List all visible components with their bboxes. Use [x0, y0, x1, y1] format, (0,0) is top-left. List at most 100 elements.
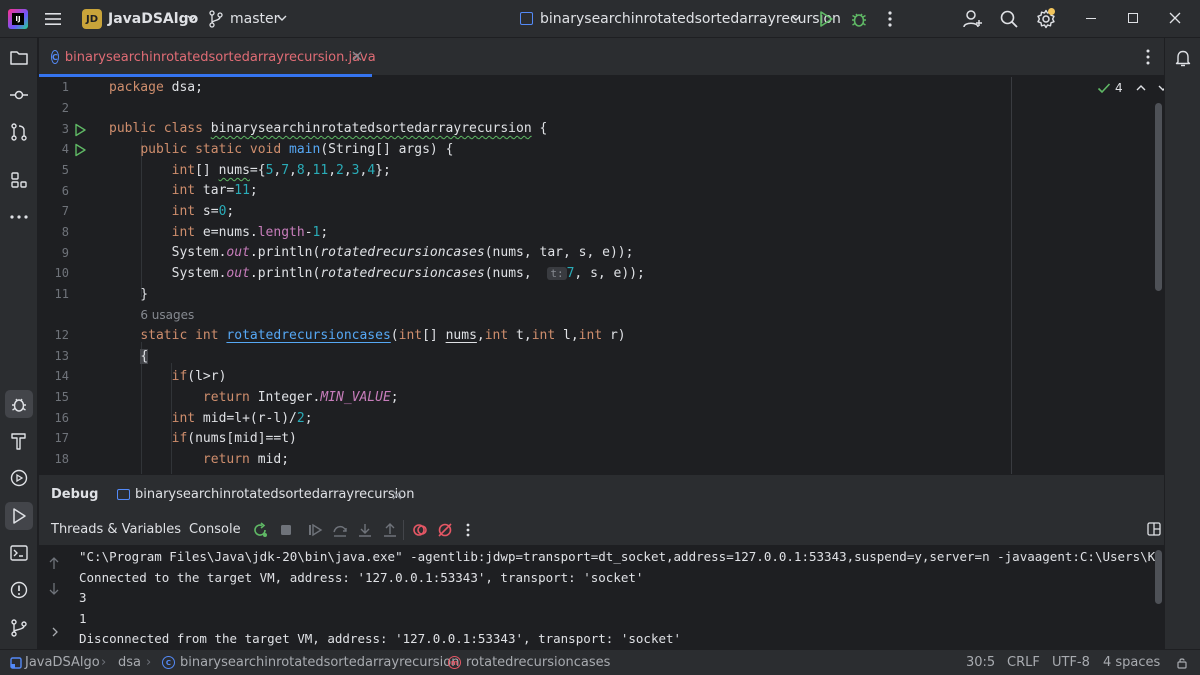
- close-icon[interactable]: [351, 50, 363, 66]
- close-icon[interactable]: [391, 489, 403, 505]
- step-over-icon[interactable]: [332, 522, 348, 542]
- code-text[interactable]: package dsa; public class binarysearchin…: [109, 77, 1079, 474]
- notifications-bell-icon[interactable]: [1169, 44, 1197, 72]
- chevron-down-icon[interactable]: [790, 12, 802, 28]
- problems-icon[interactable]: [5, 576, 33, 604]
- scroll-down-icon[interactable]: [48, 582, 60, 600]
- console-output[interactable]: "C:\Program Files\Java\jdk-20\bin\java.e…: [39, 546, 1164, 649]
- terminal-icon[interactable]: [5, 539, 33, 567]
- breadcrumb-class[interactable]: binarysearchinrotatedsortedarrayrecursio…: [180, 655, 459, 670]
- more-vertical-icon[interactable]: [462, 522, 474, 542]
- pull-requests-icon[interactable]: [5, 118, 33, 146]
- editor-tab-label: binarysearchinrotatedsortedarrayrecursio…: [64, 49, 376, 65]
- project-folder-icon[interactable]: [5, 44, 33, 72]
- services-icon[interactable]: [5, 464, 33, 492]
- lock-icon[interactable]: [1176, 657, 1188, 673]
- code-line: int tar=11;: [171, 183, 258, 198]
- stop-icon[interactable]: [278, 522, 294, 542]
- breadcrumb-package[interactable]: dsa: [118, 655, 141, 670]
- build-hammer-icon[interactable]: [5, 427, 33, 455]
- commit-icon[interactable]: [5, 81, 33, 109]
- class-icon-letter: C: [162, 656, 175, 669]
- line-number: 2: [61, 101, 69, 115]
- line-number: 8: [61, 225, 69, 239]
- method-icon: m: [448, 656, 461, 669]
- code-line: int mid=l+(r-l)/2;: [171, 411, 313, 426]
- editor-tab-active[interactable]: C binarysearchinrotatedsortedarrayrecurs…: [39, 38, 376, 77]
- tab-threads-variables[interactable]: Threads & Variables: [51, 522, 181, 537]
- usages-hint[interactable]: 6 usages: [140, 308, 194, 322]
- main-menu-icon[interactable]: [44, 10, 62, 28]
- console-line: Connected to the target VM, address: '12…: [79, 570, 644, 585]
- breadcrumb-project[interactable]: JavaDSAlgo: [25, 655, 100, 670]
- step-out-icon[interactable]: [382, 522, 398, 542]
- chevron-right-icon[interactable]: [50, 626, 60, 642]
- debug-tool-icon[interactable]: [5, 390, 33, 418]
- layout-settings-icon[interactable]: [1147, 522, 1161, 540]
- app-logo[interactable]: IJ: [8, 9, 28, 29]
- close-window-button[interactable]: [1168, 11, 1182, 29]
- code-line: System.out.println(rotatedrecursioncases…: [109, 266, 645, 281]
- minimize-button[interactable]: [1086, 18, 1096, 19]
- maximize-button[interactable]: [1128, 13, 1138, 23]
- add-user-icon[interactable]: [962, 9, 984, 33]
- git-icon[interactable]: [5, 614, 33, 642]
- console-line: Disconnected from the target VM, address…: [79, 631, 682, 646]
- more-horizontal-icon[interactable]: [5, 203, 33, 231]
- editor-scrollbar[interactable]: [1155, 103, 1162, 291]
- debug-title: Debug: [51, 487, 99, 502]
- resume-icon[interactable]: [307, 522, 323, 542]
- project-badge[interactable]: JD: [82, 9, 102, 29]
- debug-bug-icon[interactable]: [849, 9, 869, 33]
- run-tool-icon[interactable]: [5, 502, 33, 530]
- git-branch-icon[interactable]: [208, 10, 224, 32]
- notification-dot: [1048, 8, 1055, 15]
- file-encoding[interactable]: UTF-8: [1052, 655, 1090, 670]
- java-class-icon: C: [51, 50, 59, 64]
- view-breakpoints-icon[interactable]: [412, 522, 428, 542]
- line-number: 13: [54, 349, 69, 363]
- chevron-up-icon[interactable]: [1135, 82, 1147, 94]
- indent-setting[interactable]: 4 spaces: [1103, 655, 1160, 670]
- line-number: 18: [54, 452, 69, 466]
- tab-console[interactable]: Console: [189, 522, 241, 537]
- console-scrollbar[interactable]: [1155, 550, 1162, 604]
- run-config-icon[interactable]: [520, 12, 533, 25]
- project-name[interactable]: JavaDSAlgo: [108, 11, 198, 27]
- chevron-down-icon[interactable]: [186, 12, 198, 28]
- console-gutter: [39, 546, 69, 649]
- branch-name[interactable]: master: [230, 11, 279, 27]
- project-module-icon: [10, 657, 22, 673]
- more-vertical-icon[interactable]: [1141, 48, 1155, 70]
- code-line: if(l>r): [171, 369, 227, 384]
- code-line: public class binarysearchinrotatedsorted…: [109, 121, 548, 136]
- mute-breakpoints-icon[interactable]: [437, 522, 453, 542]
- chevron-down-icon[interactable]: [276, 12, 288, 28]
- run-icon[interactable]: [817, 10, 835, 32]
- parameter-hint: t:: [547, 267, 567, 280]
- debug-session-tab[interactable]: binarysearchinrotatedsortedarrayrecursio…: [135, 487, 414, 502]
- breadcrumb-method[interactable]: rotatedrecursioncases: [466, 655, 610, 670]
- line-number: 5: [61, 163, 69, 177]
- run-gutter-icon[interactable]: [73, 123, 87, 141]
- editor-gutter[interactable]: 1 2 3 4 5 6 7 8 9 10 11 12 13 14 15 16 1…: [39, 77, 109, 474]
- run-gutter-icon[interactable]: [73, 143, 87, 161]
- scroll-up-icon[interactable]: [48, 556, 60, 574]
- code-line: return mid;: [202, 452, 290, 467]
- chevron-down-icon[interactable]: [1157, 82, 1164, 94]
- more-vertical-icon[interactable]: [882, 10, 898, 32]
- structure-icon[interactable]: [5, 166, 33, 194]
- inspection-widget[interactable]: 4: [1097, 81, 1164, 95]
- search-icon[interactable]: [999, 9, 1019, 33]
- line-number: 16: [54, 411, 69, 425]
- code-editor[interactable]: 1 2 3 4 5 6 7 8 9 10 11 12 13 14 15 16 1…: [39, 77, 1164, 474]
- toolbar-divider: [403, 520, 404, 540]
- step-into-icon[interactable]: [357, 522, 373, 542]
- breadcrumb-separator: ›: [101, 655, 107, 670]
- rerun-icon[interactable]: [252, 522, 268, 542]
- title-bar: IJ JD JavaDSAlgo master binarysearchinro…: [0, 0, 1200, 38]
- caret-position[interactable]: 30:5: [966, 655, 995, 670]
- line-ending[interactable]: CRLF: [1007, 655, 1040, 670]
- line-number: 4: [61, 142, 69, 156]
- check-icon: [1097, 83, 1111, 94]
